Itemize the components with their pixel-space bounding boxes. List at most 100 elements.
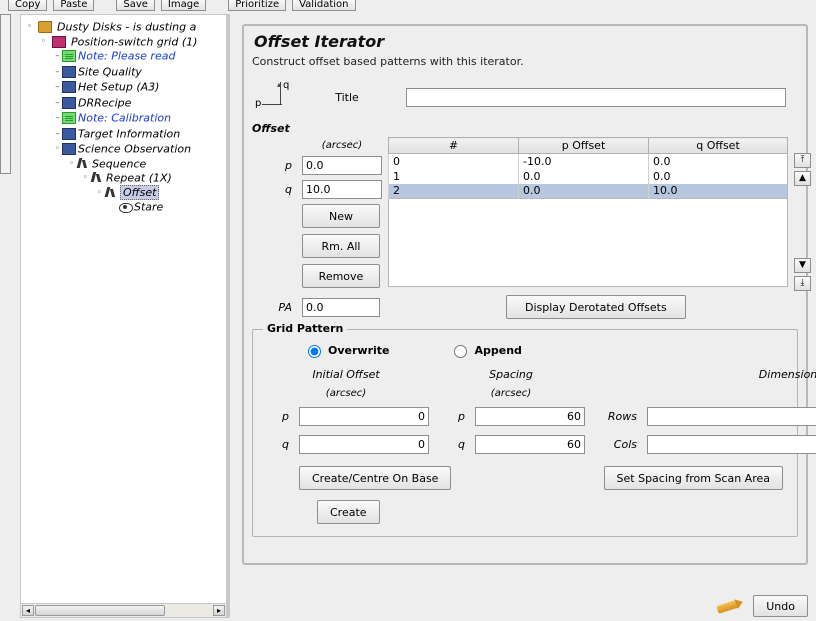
tree-expand-icon[interactable]: ◦ bbox=[25, 22, 34, 32]
cell-index: 1 bbox=[389, 169, 519, 184]
append-radio-input[interactable] bbox=[454, 345, 467, 358]
note-icon bbox=[62, 50, 76, 62]
cell-p: 0.0 bbox=[519, 169, 649, 184]
offset-section-label: Offset bbox=[252, 120, 798, 137]
eye-icon bbox=[118, 201, 132, 213]
create-centre-button[interactable]: Create/Centre On Base bbox=[299, 466, 451, 490]
tree-leaf-icon: – bbox=[53, 82, 62, 92]
title-input[interactable] bbox=[406, 88, 786, 107]
tree-item[interactable]: Site Quality bbox=[78, 65, 142, 78]
tree-expand-icon[interactable]: ◦ bbox=[39, 37, 48, 47]
tree-leaf-icon: – bbox=[53, 51, 62, 61]
tree-item[interactable]: Target Information bbox=[78, 127, 180, 140]
append-radio[interactable]: Append bbox=[449, 342, 521, 358]
table-row[interactable]: 10.00.0 bbox=[389, 169, 788, 184]
copy-button[interactable]: Copy bbox=[8, 0, 47, 11]
spacing-p-label: p bbox=[437, 410, 467, 423]
image-button[interactable]: Image bbox=[161, 0, 206, 11]
create-button[interactable]: Create bbox=[317, 500, 380, 524]
tree-hscrollbar[interactable]: ◂ ▸ bbox=[20, 603, 227, 618]
col-p-offset[interactable]: p Offset bbox=[519, 138, 649, 154]
tree-item-sequence[interactable]: Sequence bbox=[92, 157, 146, 170]
left-edge-panel bbox=[0, 14, 11, 174]
offset-icon bbox=[104, 187, 118, 199]
paste-button[interactable]: Paste bbox=[53, 0, 94, 11]
move-bottom-button[interactable]: ⤓ bbox=[794, 276, 811, 291]
note-icon bbox=[62, 112, 76, 124]
grid-pattern-group: Grid Pattern Overwrite Append Initial Of… bbox=[252, 329, 798, 537]
q-input[interactable] bbox=[302, 180, 382, 199]
rows-input[interactable] bbox=[647, 407, 816, 426]
footer: Undo bbox=[715, 595, 808, 617]
cube-icon bbox=[62, 81, 76, 93]
tree-item[interactable]: Note: Please read bbox=[78, 50, 175, 63]
cube-icon bbox=[62, 128, 76, 140]
scroll-thumb[interactable] bbox=[35, 605, 165, 616]
tree-expand-icon[interactable]: ◦ bbox=[67, 159, 76, 169]
offset-table[interactable]: # p Offset q Offset 0-10.00.010.00.020.0… bbox=[388, 137, 788, 199]
cols-input[interactable] bbox=[647, 435, 816, 454]
initial-offset-heading: Initial Offset bbox=[263, 368, 429, 381]
tree[interactable]: ◦ Dusty Disks - is dusting a ◦ Position-… bbox=[20, 14, 227, 603]
tree-item[interactable]: Position-switch grid (1) bbox=[71, 35, 197, 48]
table-empty-area[interactable] bbox=[388, 199, 788, 287]
tree-item-stare[interactable]: Stare bbox=[134, 201, 163, 214]
arcsec-label: (arcsec) bbox=[302, 140, 382, 151]
p-input[interactable] bbox=[302, 156, 382, 175]
cell-q: 0.0 bbox=[649, 154, 788, 169]
new-button[interactable]: New bbox=[302, 204, 380, 228]
move-top-button[interactable]: ⤒ bbox=[794, 153, 811, 168]
grid-pattern-legend: Grid Pattern bbox=[263, 322, 347, 335]
move-down-button[interactable]: ▼ bbox=[794, 258, 811, 273]
pa-input[interactable] bbox=[302, 298, 380, 317]
tree-item-offset[interactable]: Offset bbox=[120, 185, 159, 200]
cell-q: 10.0 bbox=[649, 184, 788, 199]
col-index[interactable]: # bbox=[389, 138, 519, 154]
tree-leaf-icon: – bbox=[53, 98, 62, 108]
main-panel: Offset Iterator Construct offset based p… bbox=[236, 14, 810, 585]
overwrite-radio[interactable]: Overwrite bbox=[303, 342, 389, 358]
dimensions-heading: Dimensions bbox=[593, 368, 816, 381]
save-button[interactable]: Save bbox=[116, 0, 155, 11]
table-row[interactable]: 0-10.00.0 bbox=[389, 154, 788, 169]
spacing-heading: Spacing bbox=[437, 368, 585, 381]
scroll-right-icon[interactable]: ▸ bbox=[213, 605, 225, 616]
tree-item[interactable]: Science Observation bbox=[78, 143, 191, 156]
tree-item-repeat[interactable]: Repeat (1X) bbox=[106, 172, 172, 185]
initial-p-input[interactable] bbox=[299, 407, 429, 426]
prioritize-button[interactable]: Prioritize bbox=[228, 0, 286, 11]
tree-leaf-icon: – bbox=[53, 129, 62, 139]
tree-root[interactable]: Dusty Disks - is dusting a bbox=[57, 21, 196, 34]
remove-all-button[interactable]: Rm. All bbox=[302, 234, 380, 258]
col-q-offset[interactable]: q Offset bbox=[649, 138, 788, 154]
remove-button[interactable]: Remove bbox=[302, 264, 380, 288]
initial-q-input[interactable] bbox=[299, 435, 429, 454]
set-spacing-scan-button[interactable]: Set Spacing from Scan Area bbox=[604, 466, 783, 490]
rows-label: Rows bbox=[593, 410, 639, 423]
toolbar: Copy Paste Save Image Prioritize Validat… bbox=[0, 0, 816, 14]
append-label: Append bbox=[474, 344, 521, 357]
scroll-left-icon[interactable]: ◂ bbox=[22, 605, 34, 616]
initial-arcsec-label: (arcsec) bbox=[263, 388, 429, 399]
overwrite-radio-input[interactable] bbox=[308, 345, 321, 358]
panel-description: Construct offset based patterns with thi… bbox=[252, 55, 798, 68]
undo-button[interactable]: Undo bbox=[753, 595, 808, 617]
panel-title: Offset Iterator bbox=[254, 32, 798, 51]
spacing-q-input[interactable] bbox=[475, 435, 585, 454]
tree-item[interactable]: DRRecipe bbox=[78, 96, 131, 109]
pq-axis-icon: ▴ qp bbox=[258, 82, 288, 112]
tree-leaf-icon: – bbox=[53, 113, 62, 123]
move-up-button[interactable]: ▲ bbox=[794, 171, 811, 186]
tree-expand-icon[interactable]: ◦ bbox=[81, 173, 90, 183]
tree-item[interactable]: Het Setup (A3) bbox=[78, 81, 159, 94]
cube-icon bbox=[62, 97, 76, 109]
validation-button[interactable]: Validation bbox=[292, 0, 355, 11]
spacing-arcsec-label: (arcsec) bbox=[437, 388, 585, 399]
display-derotated-button[interactable]: Display Derotated Offsets bbox=[506, 295, 686, 319]
table-row[interactable]: 20.010.0 bbox=[389, 184, 788, 199]
tree-panel: ◦ Dusty Disks - is dusting a ◦ Position-… bbox=[20, 14, 230, 618]
spacing-p-input[interactable] bbox=[475, 407, 585, 426]
tree-expand-icon[interactable]: ◦ bbox=[95, 188, 104, 198]
tree-item[interactable]: Note: Calibration bbox=[78, 112, 171, 125]
repeat-icon bbox=[90, 172, 104, 184]
